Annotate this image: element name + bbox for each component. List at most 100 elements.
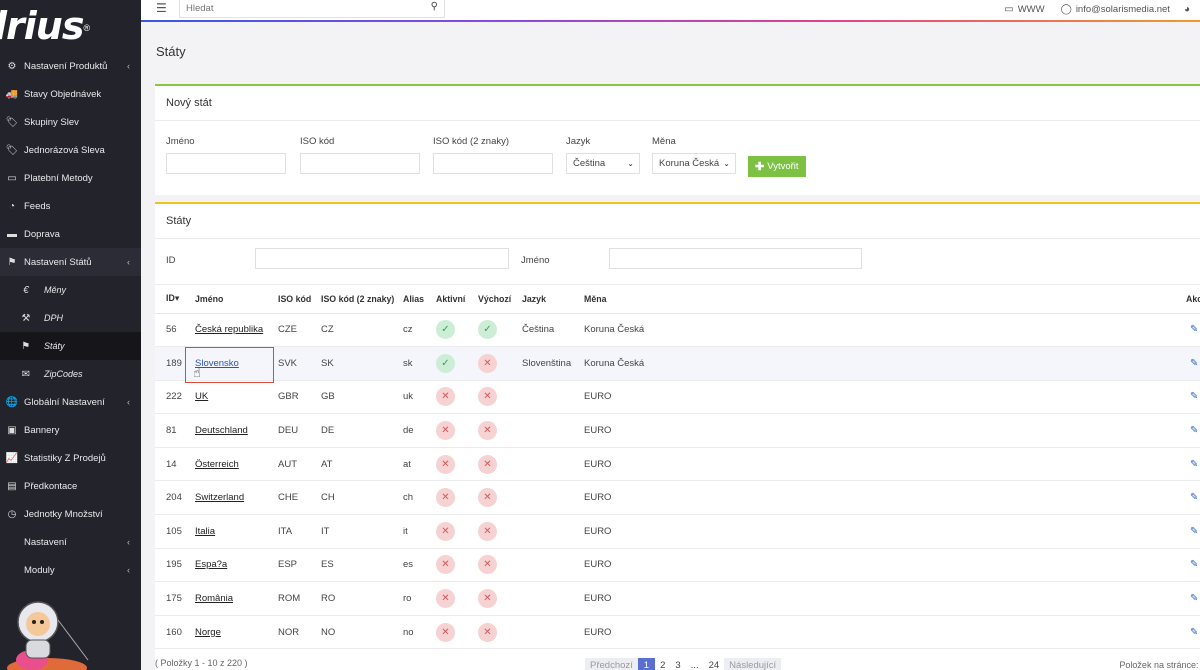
edit-pencil-icon[interactable]: ✎ (1190, 391, 1198, 402)
sidebar-item-statistiky-z-prodeju[interactable]: 📈 Statistiky Z Prodejů (0, 444, 141, 472)
state-name-link[interactable]: România (195, 593, 233, 604)
sidebar-item-platebni-metody[interactable]: ▭ Platební Metody (0, 164, 141, 192)
cross-icon[interactable]: ✕ (436, 622, 455, 642)
check-icon[interactable]: ✓ (436, 320, 455, 340)
page-2-button[interactable]: 2 (655, 658, 670, 670)
state-name-link[interactable]: Česká republika (195, 324, 263, 335)
per-page[interactable]: Položek na stránce: 10 (1119, 660, 1200, 670)
user-avatar-icon[interactable]: ◕ (1184, 4, 1190, 15)
check-icon[interactable]: ✓ (478, 320, 497, 340)
cell-iso2: CH (321, 480, 403, 516)
filter-name-input[interactable] (609, 248, 862, 269)
edit-pencil-icon[interactable]: ✎ (1190, 459, 1198, 470)
iso-field[interactable] (300, 153, 420, 174)
page-3-button[interactable]: 3 (670, 658, 685, 670)
edit-pencil-icon[interactable]: ✎ (1190, 492, 1198, 503)
cross-icon[interactable]: ✕ (436, 521, 455, 541)
state-name-link[interactable]: Norge (195, 627, 221, 638)
create-button[interactable]: ✚ Vytvořit (748, 156, 806, 177)
col-currency[interactable]: Měna (584, 285, 1175, 314)
cell-name: Česká republika (195, 313, 278, 348)
sidebar-item-jednotky-mnozstvi[interactable]: ◷ Jednotky Množství (0, 500, 141, 528)
currency-select[interactable]: Koruna Česká ⌄ (652, 153, 736, 174)
sidebar-item-bannery[interactable]: ▣ Bannery (0, 416, 141, 444)
language-group: Jazyk Čeština ⌄ (566, 136, 640, 174)
edit-pencil-icon[interactable]: ✎ (1190, 526, 1198, 537)
sidebar-item-nastaveni[interactable]: Nastavení ‹ (0, 528, 141, 556)
logo[interactable]: lrius ® (0, 0, 141, 52)
sidebar-item-jednorazova-sleva[interactable]: 🏷 Jednorázová Sleva (0, 136, 141, 164)
cell-alias: es (403, 548, 436, 583)
cell-active: ✕ (436, 615, 478, 650)
user-menu[interactable]: ◯ info@solarismedia.net (1061, 4, 1170, 15)
search-input[interactable] (180, 0, 410, 16)
filter-id-input[interactable] (255, 248, 509, 269)
cross-icon[interactable]: ✕ (478, 521, 497, 541)
cell-active: ✕ (436, 514, 478, 549)
cross-icon[interactable]: ✕ (478, 454, 497, 474)
sidebar-item-globalni-nastaveni[interactable]: 🌐 Globální Nastavení ‹ (0, 388, 141, 416)
check-icon[interactable]: ✓ (436, 353, 455, 373)
edit-pencil-icon[interactable]: ✎ (1190, 324, 1198, 335)
sidebar-item-nastaveni-produktu[interactable]: ⚙ Nastavení Produktů ‹ (0, 52, 141, 80)
sidebar-item-skupiny-slev[interactable]: 🏷 Skupiny Slev (0, 108, 141, 136)
iso2-field[interactable] (433, 153, 553, 174)
cell-iso2: IT (321, 514, 403, 549)
state-name-link[interactable]: Italia (195, 526, 215, 537)
page-1-button[interactable]: 1 (637, 658, 656, 670)
cross-icon[interactable]: ✕ (436, 454, 455, 474)
cross-icon[interactable]: ✕ (478, 387, 497, 407)
sidebar-item-staty[interactable]: ⚑ Státy (0, 332, 141, 360)
cross-icon[interactable]: ✕ (436, 421, 455, 441)
cross-icon[interactable]: ✕ (436, 555, 455, 575)
page-ellipsis-button[interactable]: ... (686, 658, 704, 670)
prev-page-button[interactable]: Předchozí (585, 658, 638, 670)
cross-icon[interactable]: ✕ (478, 589, 497, 609)
col-name[interactable]: Jméno (195, 285, 278, 314)
col-default[interactable]: Výchozí (478, 285, 522, 314)
sidebar-item-label: Moduly (24, 564, 55, 576)
sidebar-item-nastaveni-statu[interactable]: ⚑ Nastavení Států ‹ (0, 248, 141, 276)
sidebar-item-predkontace[interactable]: ▤ Předkontace (0, 472, 141, 500)
col-language[interactable]: Jazyk (522, 285, 584, 314)
edit-pencil-icon[interactable]: ✎ (1190, 425, 1198, 436)
cell-language (522, 581, 584, 616)
cross-icon[interactable]: ✕ (478, 622, 497, 642)
state-name-link[interactable]: UK (195, 391, 208, 402)
cross-icon[interactable]: ✕ (478, 421, 497, 441)
name-field[interactable] (166, 153, 286, 174)
col-id[interactable]: ID▾ (155, 285, 195, 314)
sidebar-item-meny[interactable]: € Měny (0, 276, 141, 304)
col-active[interactable]: Aktivní (436, 285, 478, 314)
cross-icon[interactable]: ✕ (478, 353, 497, 373)
sidebar-item-zipcodes[interactable]: ✉ ZipCodes (0, 360, 141, 388)
language-select[interactable]: Čeština ⌄ (566, 153, 640, 174)
edit-pencil-icon[interactable]: ✎ (1190, 358, 1198, 369)
state-name-link[interactable]: Espa?a (195, 559, 227, 570)
state-name-link[interactable]: Österreich (195, 459, 239, 470)
edit-pencil-icon[interactable]: ✎ (1190, 593, 1198, 604)
cross-icon[interactable]: ✕ (478, 488, 497, 508)
cross-icon[interactable]: ✕ (436, 387, 455, 407)
cross-icon[interactable]: ✕ (478, 555, 497, 575)
col-iso2[interactable]: ISO kód (2 znaky) (321, 285, 403, 314)
sidebar-item-feeds[interactable]: ◔ Feeds (0, 192, 141, 220)
sidebar-item-stavy-objednavek[interactable]: 🚚 Stavy Objednávek (0, 80, 141, 108)
state-name-link[interactable]: Deutschland (195, 425, 248, 436)
col-iso[interactable]: ISO kód (278, 285, 321, 314)
next-page-button[interactable]: Následující (724, 658, 782, 670)
sidebar-item-doprava[interactable]: ▬ Doprava (0, 220, 141, 248)
menu-toggle-icon[interactable]: ☰ (156, 1, 167, 15)
state-name-link[interactable]: Switzerland (195, 492, 244, 503)
edit-pencil-icon[interactable]: ✎ (1190, 559, 1198, 570)
page-24-button[interactable]: 24 (704, 658, 725, 670)
sidebar-item-dph[interactable]: ⚒ DPH (0, 304, 141, 332)
edit-pencil-icon[interactable]: ✎ (1190, 627, 1198, 638)
www-link[interactable]: ▭ WWW (1004, 4, 1044, 15)
cross-icon[interactable]: ✕ (436, 488, 455, 508)
cross-icon[interactable]: ✕ (436, 589, 455, 609)
search-icon[interactable]: ⚲ (431, 1, 438, 12)
blank-icon (6, 536, 18, 548)
col-alias[interactable]: Alias (403, 285, 436, 314)
cell-default: ✕ (478, 548, 522, 583)
